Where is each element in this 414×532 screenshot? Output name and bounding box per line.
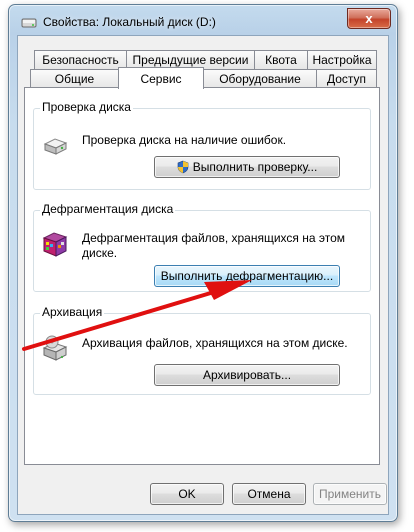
apply-button: Применить	[313, 483, 387, 505]
button-label: Применить	[318, 487, 381, 501]
button-label: Выполнить дефрагментацию...	[160, 269, 334, 283]
tab-label: Сервис	[140, 71, 182, 86]
defrag-description-line1: Дефрагментация файлов, хранящихся на это…	[82, 231, 346, 245]
tools-tab-panel: Проверка диска Проверка диска на наличие…	[24, 87, 380, 465]
tab-label: Доступ	[326, 72, 367, 86]
group-title: Архивация	[40, 305, 105, 319]
button-label: Отмена	[247, 487, 291, 501]
tab-label: Безопасность	[42, 53, 119, 67]
button-label: Архивировать...	[202, 368, 292, 382]
drive-icon	[21, 16, 37, 30]
defrag-icon	[42, 229, 68, 262]
tab-general[interactable]: Общие	[30, 69, 119, 88]
defragmentation-group: Дефрагментация диска Дефрагментация файл…	[33, 202, 371, 292]
uac-shield-icon	[177, 160, 189, 174]
error-checking-description: Проверка диска на наличие ошибок.	[82, 133, 287, 147]
button-label: Выполнить проверку...	[192, 160, 318, 174]
tab-quota[interactable]: Квота	[254, 50, 308, 69]
tab-security[interactable]: Безопасность	[34, 50, 127, 69]
tab-hardware[interactable]: Оборудование	[203, 69, 317, 88]
backup-description: Архивация файлов, хранящихся на этом дис…	[82, 336, 348, 350]
properties-window: Свойства: Локальный диск (D:) x Безопасн…	[8, 4, 398, 522]
tab-customize[interactable]: Настройка	[307, 50, 377, 69]
defragment-now-button[interactable]: Выполнить дефрагментацию...	[154, 265, 340, 287]
group-title: Проверка диска	[40, 100, 133, 114]
backup-now-button[interactable]: Архивировать...	[154, 364, 340, 386]
ok-button[interactable]: OK	[150, 483, 224, 505]
backup-icon	[42, 334, 70, 367]
tab-label: Настройка	[312, 53, 372, 67]
dialog-body: Безопасность Предыдущие версии Квота Нас…	[17, 35, 389, 515]
check-now-button[interactable]: Выполнить проверку...	[154, 156, 340, 178]
tab-label: Общие	[54, 72, 95, 86]
tab-sharing[interactable]: Доступ	[316, 69, 377, 88]
button-label: OK	[178, 487, 196, 501]
backup-group: Архивация Архивация файлов, хранящихся н…	[33, 305, 371, 395]
disk-check-icon	[42, 135, 68, 160]
close-icon: x	[365, 11, 373, 26]
window-title: Свойства: Локальный диск (D:)	[43, 15, 216, 29]
close-button[interactable]: x	[347, 8, 391, 29]
defrag-description-line2: диске.	[82, 246, 118, 260]
tab-label: Оборудование	[219, 72, 301, 86]
group-title: Дефрагментация диска	[40, 202, 176, 216]
tab-tools[interactable]: Сервис	[118, 67, 204, 89]
cancel-button[interactable]: Отмена	[232, 483, 306, 505]
title-bar[interactable]: Свойства: Локальный диск (D:) x	[9, 5, 397, 39]
tab-label: Квота	[265, 53, 297, 67]
error-checking-group: Проверка диска Проверка диска на наличие…	[33, 100, 371, 190]
tab-label: Предыдущие версии	[132, 53, 249, 67]
